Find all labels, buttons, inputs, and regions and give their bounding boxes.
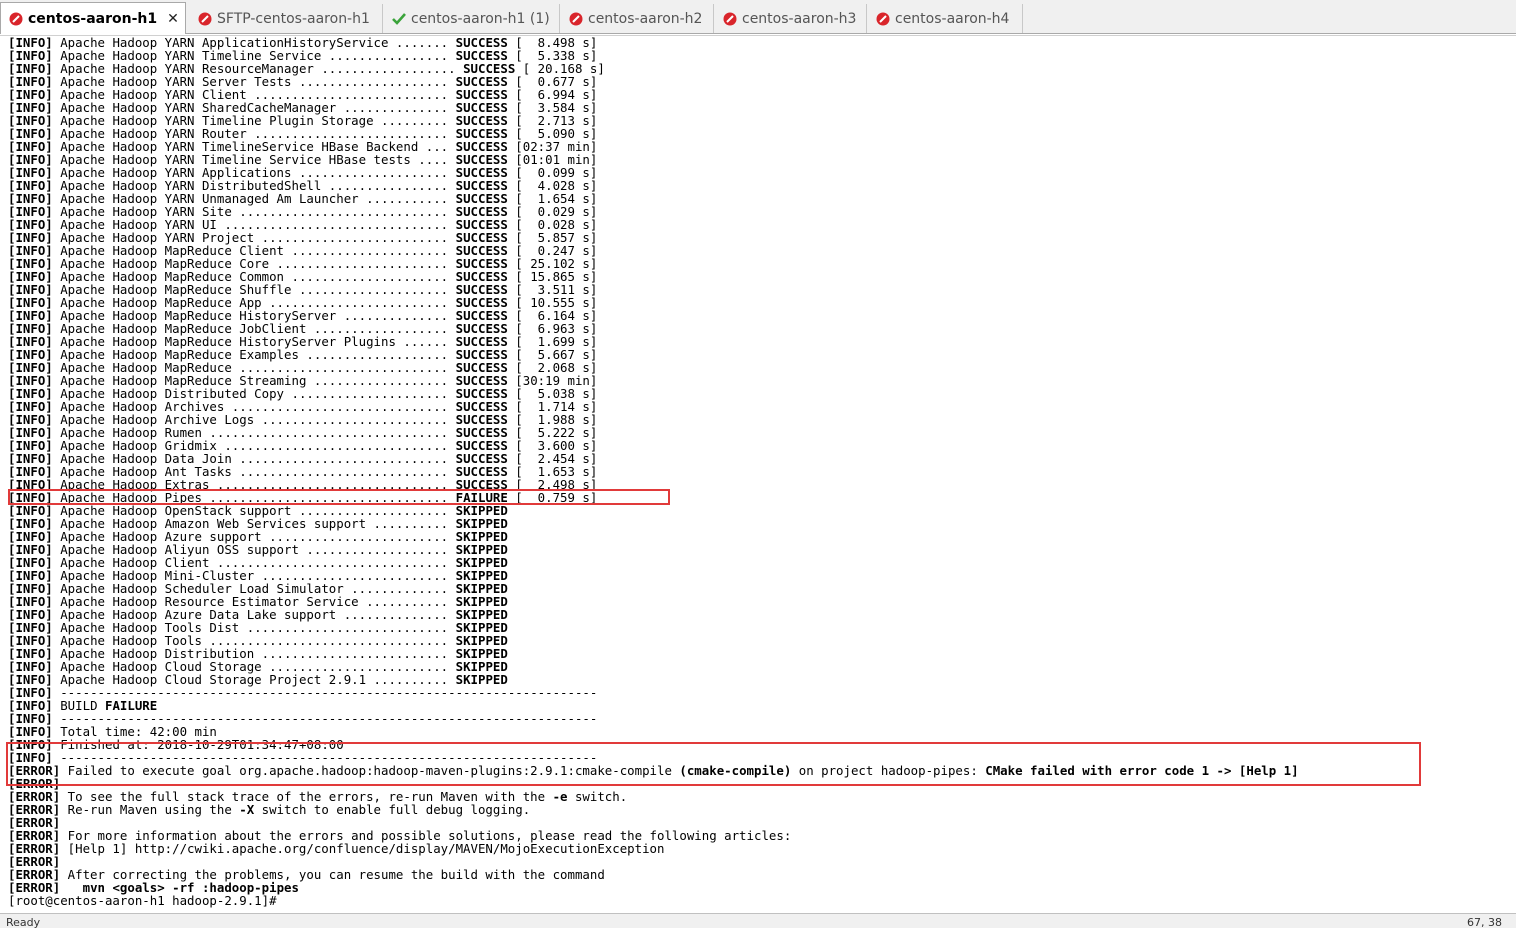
red-session-icon [9, 12, 23, 25]
terminal-line: [root@centos-aaron-h1 hadoop-2.9.1]# [8, 893, 277, 908]
terminal-lines: [INFO] Apache Hadoop YARN ApplicationHis… [8, 36, 1299, 907]
status-text: Ready [6, 916, 41, 928]
tab-label: centos-aaron-h2 [588, 10, 703, 27]
terminal-output[interactable]: [INFO] Apache Hadoop YARN ApplicationHis… [0, 35, 1516, 913]
tab-label: centos-aaron-h1 (1) [411, 10, 550, 27]
green-check-icon [392, 12, 406, 25]
tab-sftp-centos-aaron-h1[interactable]: SFTP-centos-aaron-h1 [190, 4, 383, 33]
tab-label: centos-aaron-h4 [895, 10, 1010, 27]
red-session-icon [723, 12, 737, 25]
terminal-window: centos-aaron-h1 ✕ SFTP-centos-aaron-h1 c… [0, 0, 1516, 928]
cursor-position: 67, 38 [1467, 916, 1502, 928]
terminal-line: [ERROR] Re-run Maven using the -X switch… [8, 802, 531, 817]
terminal-line: [ERROR] [Help 1] http://cwiki.apache.org… [8, 841, 665, 856]
tab-label: SFTP-centos-aaron-h1 [217, 10, 370, 27]
red-session-icon [198, 12, 212, 25]
tab-centos-aaron-h3[interactable]: centos-aaron-h3 [715, 4, 867, 33]
tab-centos-aaron-h2[interactable]: centos-aaron-h2 [561, 4, 714, 33]
terminal-line: [INFO] ---------------------------------… [8, 685, 598, 700]
tab-label: centos-aaron-h1 [28, 10, 158, 27]
session-tab-bar: centos-aaron-h1 ✕ SFTP-centos-aaron-h1 c… [0, 0, 1516, 34]
tab-centos-aaron-h4[interactable]: centos-aaron-h4 [868, 4, 1023, 33]
red-session-icon [876, 12, 890, 25]
terminal-line: [ERROR] Failed to execute goal org.apach… [8, 763, 1299, 778]
tab-centos-aaron-h1-1[interactable]: centos-aaron-h1 (1) [384, 4, 560, 33]
status-bar: Ready 67, 38 [0, 913, 1516, 928]
tab-label: centos-aaron-h3 [742, 10, 857, 27]
close-tab-icon[interactable]: ✕ [167, 11, 179, 27]
tab-centos-aaron-h1[interactable]: centos-aaron-h1 ✕ [0, 2, 186, 34]
red-session-icon [569, 12, 583, 25]
